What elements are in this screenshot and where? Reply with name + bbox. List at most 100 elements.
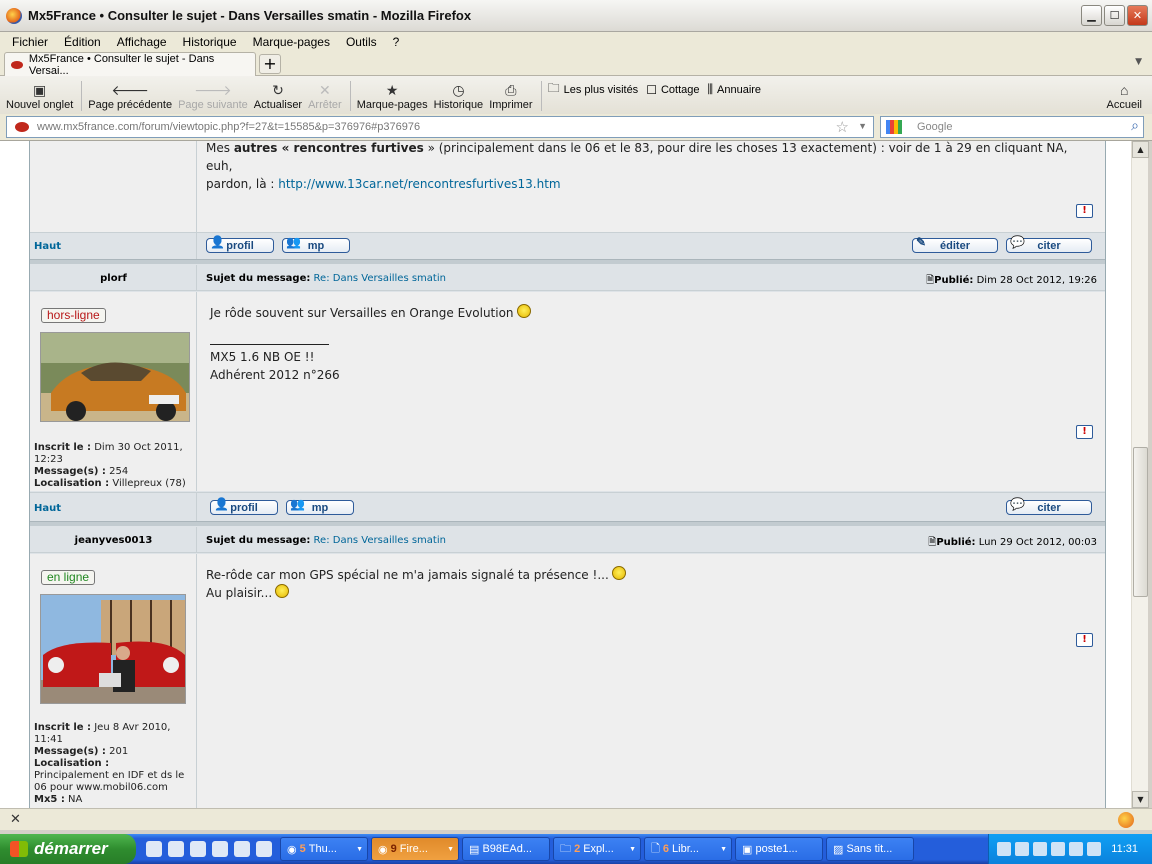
tab-bar: Mx5France • Consulter le sujet - Dans Ve… [0,51,1152,77]
bookmark-star-icon[interactable]: ☆ [836,118,849,136]
addon-icon[interactable] [1118,812,1134,828]
address-field[interactable]: www.mx5france.com/forum/viewtopic.php?f=… [6,116,874,138]
outlook-icon[interactable] [168,841,184,857]
smiley-icon [611,566,626,580]
update-icon[interactable] [1051,842,1065,856]
search-icon[interactable]: ⌕ [1131,117,1139,134]
menu-fichier[interactable]: Fichier [12,35,48,49]
report-icon[interactable]: ! [1076,633,1093,647]
profil-button[interactable]: 👤 profil [210,497,278,515]
thunderbird-icon: ◉ [287,843,300,856]
print-button[interactable]: ⎙ Imprimer [489,81,532,111]
ie-icon[interactable] [146,841,162,857]
firefox-icon[interactable] [212,841,228,857]
menu-help[interactable]: ? [393,35,400,49]
menu-outils[interactable]: Outils [346,35,377,49]
bookmark-most-visited[interactable]: 🗀 Les plus visités [548,79,639,100]
status-badge: hors-ligne [41,308,106,323]
taskbar-item-poste[interactable]: ▣ poste1... [735,837,823,861]
report-icon[interactable]: ! [1076,204,1093,218]
smiley-icon [275,584,290,598]
volume-icon[interactable] [1087,842,1101,856]
search-placeholder: Google [917,121,953,133]
history-dropdown-icon[interactable]: ▼ [858,121,867,131]
navigation-toolbar: ▣ Nouvel onglet 🡐 Page précédente 🡒 Page su… [0,76,1152,114]
page-icon: ☐ [646,82,657,97]
history-button[interactable]: ◷ Historique [434,81,484,111]
taskbar-item-explorer[interactable]: 🗀 2 Expl... ▼ [553,837,641,861]
close-findbar-icon[interactable]: ✕ [10,812,21,827]
taskbar-item-libreoffice[interactable]: 🗋 6 Libr... ▼ [644,837,732,861]
menu-edition[interactable]: Édition [64,35,101,49]
tab-label: Mx5France • Consulter le sujet - Dans Ve… [28,52,215,77]
post-divider [30,521,1105,526]
media-player-icon[interactable] [234,841,250,857]
avatar [40,594,186,704]
windows-logo-icon [10,841,28,857]
taskbar-item-firefox[interactable]: ◉ 9 Fire... ▼ [371,837,459,861]
taskbar-item-pdf[interactable]: ▤ B98EAd... [462,837,550,861]
network-icon[interactable] [997,842,1011,856]
minimize-button[interactable]: ▁ [1081,5,1102,26]
mp-button[interactable]: 👥 mp [286,497,354,515]
stop-icon: ✕ [319,82,331,98]
tab-list-chevron-icon[interactable]: ▼ [1135,57,1142,67]
start-button[interactable]: démarrer [0,834,136,864]
avatar [40,332,190,422]
taskbar-item-thunderbird[interactable]: ◉ 5 Thu... ▼ [280,837,368,861]
app-icon[interactable] [256,841,272,857]
window-icon: ▣ [742,843,756,856]
scroll-down-icon[interactable]: ▼ [1132,791,1149,808]
address-text: www.mx5france.com/forum/viewtopic.php?f=… [37,121,421,133]
firefox-icon: ◉ [378,843,391,856]
haut-link[interactable]: Haut [34,503,61,514]
monitor-icon[interactable] [1033,842,1047,856]
taskbar-item-paint[interactable]: ▨ Sans tit... [826,837,914,861]
document-icon[interactable] [1015,842,1029,856]
back-button[interactable]: 🡐 Page précédente [88,81,172,111]
back-arrow-icon: 🡐 [111,82,149,98]
home-button[interactable]: ⌂ Accueil [1107,81,1142,111]
menu-affichage[interactable]: Affichage [117,35,167,49]
search-input[interactable]: Google ⌕ [880,116,1144,138]
home-icon: ⌂ [1120,82,1129,98]
reload-button[interactable]: ↻ Actualiser [254,81,302,111]
menu-bar: Fichier Édition Affichage Historique Mar… [0,32,1152,51]
bookmark-annuaire[interactable]: ⫼ Annuaire [707,82,761,97]
paint-icon: ▨ [833,843,847,856]
profil-button[interactable]: 👤 profil [206,235,274,253]
post-body: en ligne Inscrit le : Jeu 8 Avr 2010, 11… [30,554,1105,808]
menu-marque-pages[interactable]: Marque-pages [253,35,330,49]
new-tab-toolbar-button[interactable]: ▣ Nouvel onglet [6,81,73,111]
forward-button[interactable]: 🡒 Page suivante [178,81,248,111]
url-bar-row: www.mx5france.com/forum/viewtopic.php?f=… [0,114,1152,141]
prev-post-footer: Haut 👤 profil 👥 mp ✎ éditer 💬 citer [30,232,1105,259]
bookmark-cottage[interactable]: ☐ Cottage [646,83,699,97]
stop-button[interactable]: ✕ Arrêter [308,81,342,111]
quote-button[interactable]: 💬 citer [1006,235,1092,253]
scroll-up-icon[interactable]: ▲ [1132,141,1149,158]
folder-icon: 🗀 [560,842,575,855]
rencontres-link[interactable]: http://www.13car.net/rencontresfurtives1… [278,177,560,191]
vertical-scrollbar[interactable]: ▲ ▼ [1131,141,1149,808]
tab-current[interactable]: Mx5France • Consulter le sujet - Dans Ve… [4,52,256,77]
pm-icon: 👥 [286,235,301,249]
prev-post-body: Mes autres « rencontres furtives » (prin… [30,141,1105,232]
quote-button[interactable]: 💬 citer [1006,497,1092,515]
smiley-icon [516,304,531,318]
haut-link[interactable]: Haut [34,241,61,252]
close-button[interactable]: ✕ [1127,5,1148,26]
user-info: Inscrit le : Dim 30 Oct 2011, 12:23 Mess… [34,442,186,489]
menu-historique[interactable]: Historique [183,35,237,49]
google-icon [886,120,902,134]
report-icon[interactable]: ! [1076,425,1093,439]
edit-button[interactable]: ✎ éditer [912,235,998,253]
scroll-thumb[interactable] [1133,447,1148,597]
profile-icon: 👤 [210,235,225,249]
desktop-icon[interactable] [190,841,206,857]
antivirus-icon[interactable] [1069,842,1083,856]
mp-button[interactable]: 👥 mp [282,235,350,253]
maximize-button[interactable]: ☐ [1104,5,1125,26]
bookmarks-button[interactable]: ★ Marque-pages [357,81,428,111]
new-tab-button[interactable]: + [259,54,281,74]
